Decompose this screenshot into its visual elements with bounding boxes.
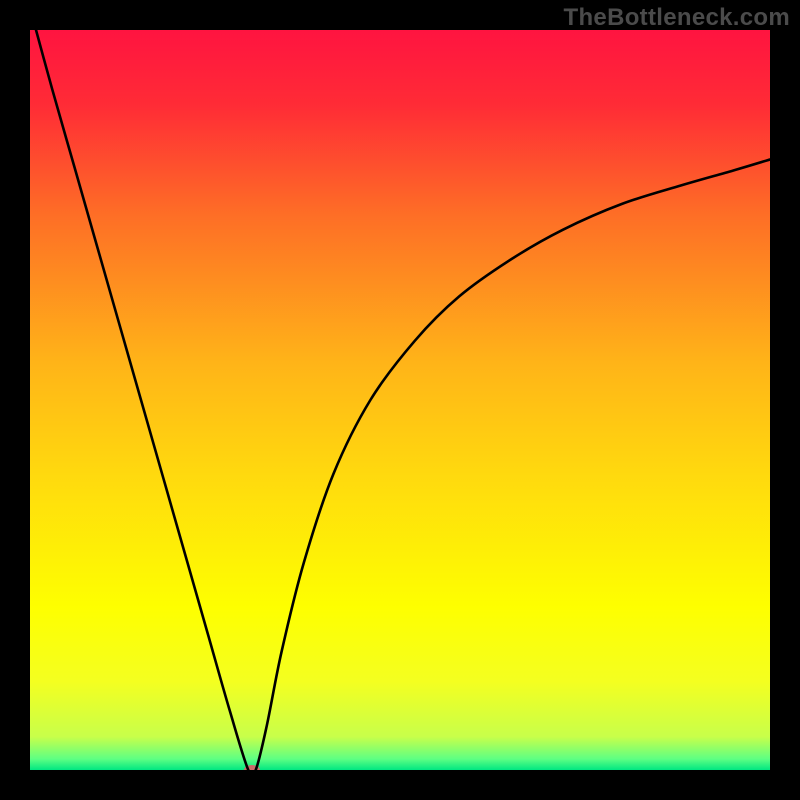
chart-svg <box>30 30 770 770</box>
watermark: TheBottleneck.com <box>564 4 790 32</box>
plot-area <box>30 30 770 770</box>
chart-frame: TheBottleneck.com <box>0 0 800 800</box>
